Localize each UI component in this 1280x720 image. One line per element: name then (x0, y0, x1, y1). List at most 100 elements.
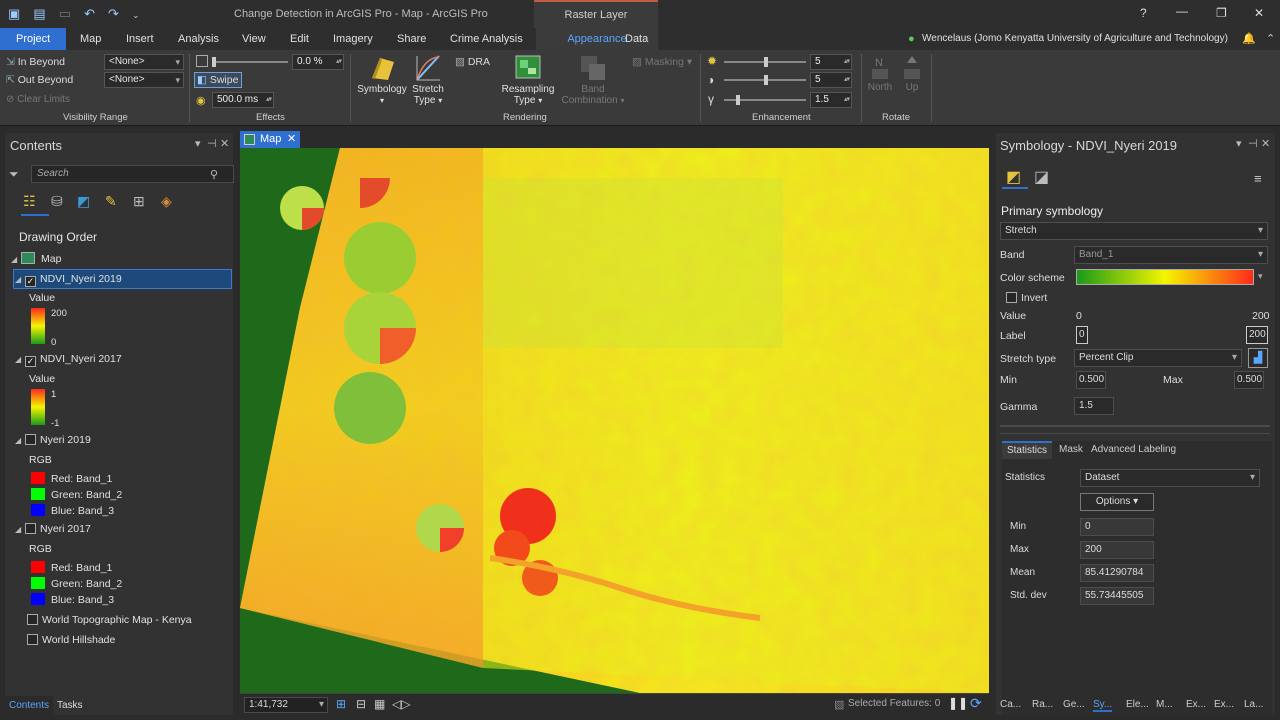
options-button[interactable]: Options ▾ (1080, 493, 1154, 511)
contents-search-input[interactable]: Search (31, 165, 234, 183)
histogram-icon[interactable]: ▟ (1248, 348, 1268, 368)
undo-icon[interactable]: ↶ (84, 6, 95, 22)
invert-checkbox-box[interactable] (1006, 292, 1017, 303)
tree-item-ndvi-2017[interactable]: ◢ ✓ NDVI_Nyeri 2017 (15, 353, 122, 367)
dra-button[interactable]: ▨ DRA (455, 56, 490, 68)
pin-icon[interactable]: ⊣ (1248, 137, 1258, 150)
tab-data[interactable]: Data (625, 28, 648, 50)
tree-item-world-hillshade[interactable]: World Hillshade (27, 634, 115, 646)
masking-button[interactable]: ▨ Masking ▾ (632, 56, 692, 68)
renderer-dropdown[interactable]: Stretch ▾ (1000, 222, 1268, 240)
color-scheme-ramp[interactable] (1076, 269, 1254, 285)
map-view-tab[interactable]: Map ✕ (240, 131, 300, 148)
tab-crime-analysis[interactable]: Crime Analysis (450, 28, 523, 50)
label-max-input[interactable]: 200 (1246, 326, 1268, 344)
collapse-icon[interactable]: ◢ (15, 525, 25, 534)
close-button[interactable]: ✕ (1254, 6, 1264, 20)
gamma-slider[interactable] (724, 95, 806, 105)
labeling-icon[interactable]: ◈ (161, 193, 172, 210)
hamburger-menu-icon[interactable]: ≡ (1254, 171, 1262, 186)
collapse-ribbon-icon[interactable]: ⌃ (1266, 28, 1275, 50)
tab-tasks[interactable]: Tasks (57, 696, 83, 715)
max-input[interactable]: 0.500 (1234, 371, 1264, 389)
contrast-input[interactable]: 5 (810, 72, 852, 88)
tab-statistics[interactable]: Statistics (1002, 441, 1052, 459)
tab-export-2[interactable]: Ex... (1214, 699, 1234, 710)
pane-menu-icon[interactable]: ▾ (1236, 137, 1242, 150)
tab-imagery[interactable]: Imagery (333, 28, 373, 50)
gamma-input[interactable]: 1.5 (1074, 397, 1114, 415)
data-source-icon[interactable]: ⛁ (51, 193, 63, 210)
brightness-input[interactable]: 5 (810, 54, 852, 70)
up-button[interactable]: Up (898, 54, 926, 93)
primary-symbology-tab-icon[interactable]: ◩ (1006, 167, 1021, 187)
tab-raster[interactable]: Ra... (1032, 699, 1053, 710)
customize-qat-icon[interactable]: ⌄ (132, 10, 140, 21)
collapse-icon[interactable]: ◢ (11, 255, 21, 264)
tab-edit[interactable]: Edit (290, 28, 309, 50)
tree-item-world-topographic[interactable]: World Topographic Map - Kenya (27, 614, 192, 626)
stretch-type-button[interactable]: Stretch Type ▾ (408, 54, 448, 106)
collapse-icon[interactable]: ◢ (15, 436, 25, 445)
tab-catalog[interactable]: Ca... (1000, 699, 1021, 710)
editing-icon[interactable]: ✎ (105, 193, 117, 210)
north-button[interactable]: N North (866, 54, 894, 93)
visibility-checkbox[interactable]: ✓ (25, 276, 36, 287)
stretch-type-dropdown[interactable]: Percent Clip ▾ (1074, 349, 1242, 367)
visibility-checkbox[interactable] (27, 614, 38, 625)
swipe-button[interactable]: ◧ Swipe (194, 72, 242, 88)
tab-map[interactable]: Map (80, 28, 101, 50)
tree-item-nyeri-2017[interactable]: ◢ Nyeri 2017 (15, 523, 91, 535)
selection-icon[interactable]: ◩ (77, 193, 90, 210)
open-project-icon[interactable]: ▤ (33, 6, 45, 22)
filter-icon[interactable]: ⏷ (9, 167, 19, 182)
resampling-type-button[interactable]: Resampling Type ▾ (498, 54, 558, 106)
restore-button[interactable]: ❐ (1216, 6, 1227, 20)
tab-m[interactable]: M... (1156, 699, 1173, 710)
user-name[interactable]: Wencelaus (Jomo Kenyatta University of A… (922, 28, 1228, 50)
tab-element[interactable]: Ele... (1126, 699, 1149, 710)
tree-item-nyeri-2019[interactable]: ◢ Nyeri 2019 (15, 434, 91, 446)
min-input[interactable]: 0.500 (1076, 371, 1106, 389)
tab-geoprocessing[interactable]: Ge... (1063, 699, 1085, 710)
tab-layers[interactable]: La... (1244, 699, 1263, 710)
close-pane-icon[interactable]: ✕ (1261, 137, 1270, 150)
symbology-button[interactable]: Symbology ▾ (355, 54, 409, 106)
flicker-input[interactable]: 500.0 ms (212, 92, 274, 108)
refresh-icon[interactable]: ⟳ (970, 695, 982, 712)
scale-dropdown[interactable]: 1:41,732 ▾ (244, 697, 328, 713)
tab-analysis[interactable]: Analysis (178, 28, 219, 50)
help-button[interactable]: ? (1140, 6, 1147, 20)
notification-icon[interactable]: 🔔 (1242, 28, 1256, 50)
map-canvas[interactable] (240, 148, 989, 693)
color-scheme-dropdown-icon[interactable]: ▾ (1258, 271, 1263, 282)
visibility-checkbox[interactable] (27, 634, 38, 645)
visibility-checkbox[interactable]: ✓ (25, 356, 36, 367)
in-beyond-dropdown[interactable]: <None> (104, 54, 184, 70)
transparency-slider[interactable] (212, 57, 288, 67)
pin-icon[interactable]: ⊣ (207, 137, 217, 150)
visibility-checkbox[interactable] (25, 434, 36, 445)
visibility-checkbox[interactable] (25, 523, 36, 534)
grid-snap-icon[interactable]: ⊞ (336, 697, 346, 711)
tab-export-1[interactable]: Ex... (1186, 699, 1206, 710)
tab-project[interactable]: Project (0, 28, 67, 50)
brightness-slider[interactable] (724, 57, 806, 67)
collapse-icon[interactable]: ◢ (15, 355, 25, 364)
tab-symbology[interactable]: Sy... (1093, 699, 1113, 712)
band-dropdown[interactable]: Band_1 ▾ (1074, 246, 1268, 264)
snapping-icon[interactable]: ⊞ (133, 193, 145, 210)
invert-checkbox[interactable]: Invert (1006, 292, 1047, 304)
tree-item-ndvi-2019[interactable]: ◢ ✓ NDVI_Nyeri 2019 (15, 273, 122, 287)
contrast-slider[interactable] (724, 75, 806, 85)
tab-insert[interactable]: Insert (126, 28, 154, 50)
vary-symbology-tab-icon[interactable]: ◪ (1034, 167, 1049, 187)
fixed-zoom-icon[interactable]: ⊟ (356, 697, 366, 711)
drawing-order-icon[interactable]: ☷ (23, 193, 36, 210)
minimize-button[interactable]: — (1176, 4, 1188, 18)
out-beyond-dropdown[interactable]: <None> (104, 72, 184, 88)
band-combination-button[interactable]: Band Combination ▾ (560, 54, 626, 106)
collapse-icon[interactable]: ◢ (15, 275, 25, 284)
tab-contents[interactable]: Contents (5, 696, 53, 715)
pane-splitter[interactable] (1000, 425, 1270, 427)
